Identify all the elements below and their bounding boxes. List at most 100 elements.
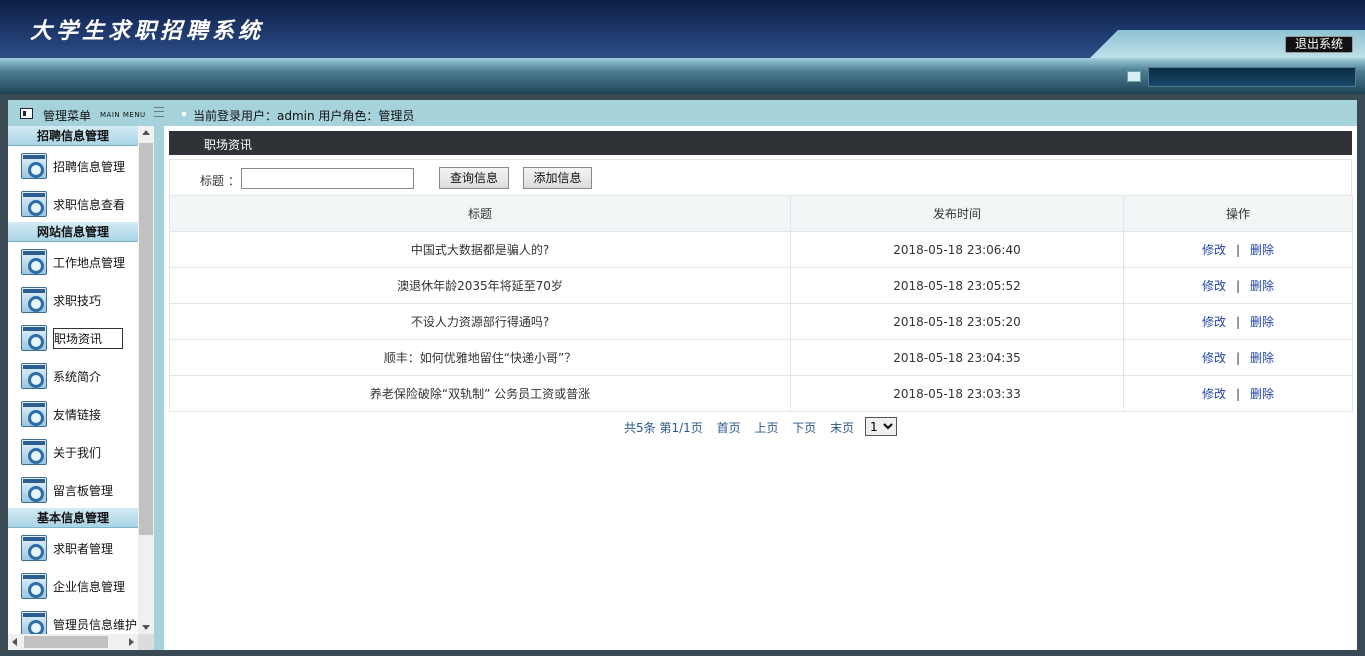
row-time: 2018-05-18 23:06:40: [790, 231, 1124, 268]
edit-link[interactable]: 修改: [1202, 315, 1226, 329]
monitor-icon: [1127, 71, 1141, 82]
scroll-up-icon[interactable]: [142, 130, 150, 135]
header: 大学生求职招聘系统 退出系统: [0, 0, 1365, 58]
scroll-down-icon[interactable]: [142, 625, 150, 630]
edit-link[interactable]: 修改: [1202, 387, 1226, 401]
header-band: [0, 58, 1365, 94]
menu-title: 管理菜单: [43, 109, 92, 123]
gear-window-icon: [21, 249, 47, 275]
delete-link[interactable]: 删除: [1250, 387, 1274, 401]
scroll-right-icon[interactable]: [129, 638, 134, 646]
menu-icon: [20, 108, 33, 119]
add-button[interactable]: 添加信息: [523, 167, 592, 189]
header-title: 标题: [169, 195, 791, 232]
row-actions: 修改 | 删除: [1123, 267, 1353, 304]
news-table: 标题 发布时间 操作 中国式大数据都是骗人的? 2018-05-18 23:06:…: [169, 195, 1353, 412]
action-separator: |: [1235, 279, 1241, 293]
sidebar-item-label[interactable]: 友情链接: [53, 406, 101, 423]
sidebar-item-label[interactable]: 职场资讯: [53, 328, 124, 349]
row-time: 2018-05-18 23:04:35: [790, 339, 1124, 376]
gear-window-icon: [21, 535, 47, 561]
sidebar-item[interactable]: 友情链接: [8, 394, 138, 432]
edit-link[interactable]: 修改: [1202, 351, 1226, 365]
row-time: 2018-05-18 23:05:52: [790, 267, 1124, 304]
sidebar-item-label[interactable]: 工作地点管理: [53, 254, 125, 271]
action-separator: |: [1235, 351, 1241, 365]
pager-next[interactable]: 下页: [792, 421, 816, 435]
sidebar-item[interactable]: 求职技巧: [8, 280, 138, 318]
table-row: 养老保险破除“双轨制” 公务员工资或普涨 2018-05-18 23:03:33 修…: [169, 375, 1353, 412]
scroll-left-icon[interactable]: [12, 638, 17, 646]
sidebar-item[interactable]: 系统简介: [8, 356, 138, 394]
menu-subtitle: MAIN MENU: [100, 111, 146, 119]
header-time: 发布时间: [790, 195, 1124, 232]
delete-link[interactable]: 删除: [1250, 315, 1274, 329]
logout-button[interactable]: 退出系统: [1285, 36, 1353, 53]
table-row: 中国式大数据都是骗人的? 2018-05-18 23:06:40 修改 | 删除: [169, 231, 1353, 268]
pager-first[interactable]: 首页: [717, 421, 741, 435]
sidebar-item[interactable]: 求职信息查看: [8, 184, 138, 222]
sidebar-item-label[interactable]: 招聘信息管理: [53, 158, 125, 175]
row-actions: 修改 | 删除: [1123, 303, 1353, 340]
delete-link[interactable]: 删除: [1250, 351, 1274, 365]
sidebar-group-title[interactable]: 招聘信息管理: [8, 126, 138, 146]
sidebar-horizontal-scrollbar[interactable]: [8, 634, 138, 650]
sidebar-item-label[interactable]: 管理员信息维护: [53, 616, 137, 633]
row-title: 顺丰：如何优雅地留住“快递小哥”？: [169, 339, 791, 376]
sidebar-menu: 招聘信息管理 招聘信息管理 求职信息查看 网站信息管理 工作地点管理 求职技巧 职场资讯 系统…: [8, 126, 138, 642]
sidebar-frame-divider: [154, 126, 164, 650]
sidebar-vertical-scrollbar[interactable]: [138, 126, 154, 634]
edit-link[interactable]: 修改: [1202, 279, 1226, 293]
panel-title: 职场资讯: [204, 138, 253, 152]
search-label: 标题 ：: [200, 174, 240, 188]
scroll-thumb-horizontal[interactable]: [24, 636, 108, 648]
sidebar-item-label[interactable]: 求职技巧: [53, 292, 101, 309]
sidebar-item[interactable]: 关于我们: [8, 432, 138, 470]
sidebar-item[interactable]: 企业信息管理: [8, 566, 138, 604]
query-button[interactable]: 查询信息: [439, 167, 509, 189]
gear-window-icon: [21, 573, 47, 599]
status-bar: [1148, 67, 1356, 87]
row-title: 养老保险破除“双轨制” 公务员工资或普涨: [169, 375, 791, 412]
sidebar-group-title[interactable]: 基本信息管理: [8, 508, 138, 528]
gear-window-icon: [21, 153, 47, 179]
delete-link[interactable]: 删除: [1250, 243, 1274, 257]
table-row: 顺丰：如何优雅地留住“快递小哥”？ 2018-05-18 23:04:35 修改 | 删…: [169, 339, 1353, 376]
sidebar-item-label[interactable]: 企业信息管理: [53, 578, 125, 595]
sidebar-item[interactable]: 工作地点管理: [8, 242, 138, 280]
sidebar-item-label[interactable]: 求职者管理: [53, 540, 113, 557]
sidebar-item[interactable]: 职场资讯: [8, 318, 138, 356]
row-time: 2018-05-18 23:05:20: [790, 303, 1124, 340]
sidebar-item[interactable]: 招聘信息管理: [8, 146, 138, 184]
delete-link[interactable]: 删除: [1250, 279, 1274, 293]
main-content: 职场资讯 标题 ： 查询信息 添加信息 标题 发布时间 操作 中国式大数据都是骗…: [164, 126, 1357, 650]
sidebar-item-label[interactable]: 系统简介: [53, 368, 101, 385]
page-select[interactable]: 1: [865, 417, 897, 436]
edit-link[interactable]: 修改: [1202, 243, 1226, 257]
pager-last[interactable]: 末页: [830, 421, 854, 435]
table-row: 澳退休年龄2035年将延至70岁 2018-05-18 23:05:52 修改 | 删除: [169, 267, 1353, 304]
top-strip: 管理菜单 MAIN MENU 当前登录用户：admin 用户角色：管理员: [8, 100, 1357, 126]
scroll-thumb[interactable]: [139, 143, 153, 535]
title-search-input[interactable]: [241, 168, 414, 189]
sidebar-item-label[interactable]: 关于我们: [53, 444, 101, 461]
panel-header: 职场资讯: [169, 131, 1352, 155]
collapse-lines-icon[interactable]: [154, 107, 164, 117]
gear-window-icon: [21, 191, 47, 217]
sidebar-item[interactable]: 留言板管理: [8, 470, 138, 508]
sidebar-item-label[interactable]: 留言板管理: [53, 482, 113, 499]
pager-prev[interactable]: 上页: [754, 421, 778, 435]
sidebar: 招聘信息管理 招聘信息管理 求职信息查看 网站信息管理 工作地点管理 求职技巧 职场资讯 系统…: [8, 126, 154, 650]
table-row: 不设人力资源部行得通吗? 2018-05-18 23:05:20 修改 | 删除: [169, 303, 1353, 340]
row-title: 不设人力资源部行得通吗?: [169, 303, 791, 340]
gear-window-icon: [21, 477, 47, 503]
sidebar-item-label[interactable]: 求职信息查看: [53, 196, 125, 213]
pager-summary: 共5条 第1/1页: [624, 421, 703, 435]
row-actions: 修改 | 删除: [1123, 375, 1353, 412]
pager: 共5条 第1/1页 首页 上页 下页 末页 1: [624, 417, 897, 436]
header-actions: 操作: [1123, 195, 1353, 232]
sidebar-item[interactable]: 求职者管理: [8, 528, 138, 566]
row-title: 澳退休年龄2035年将延至70岁: [169, 267, 791, 304]
sidebar-group-title[interactable]: 网站信息管理: [8, 222, 138, 242]
gear-window-icon: [21, 287, 47, 313]
